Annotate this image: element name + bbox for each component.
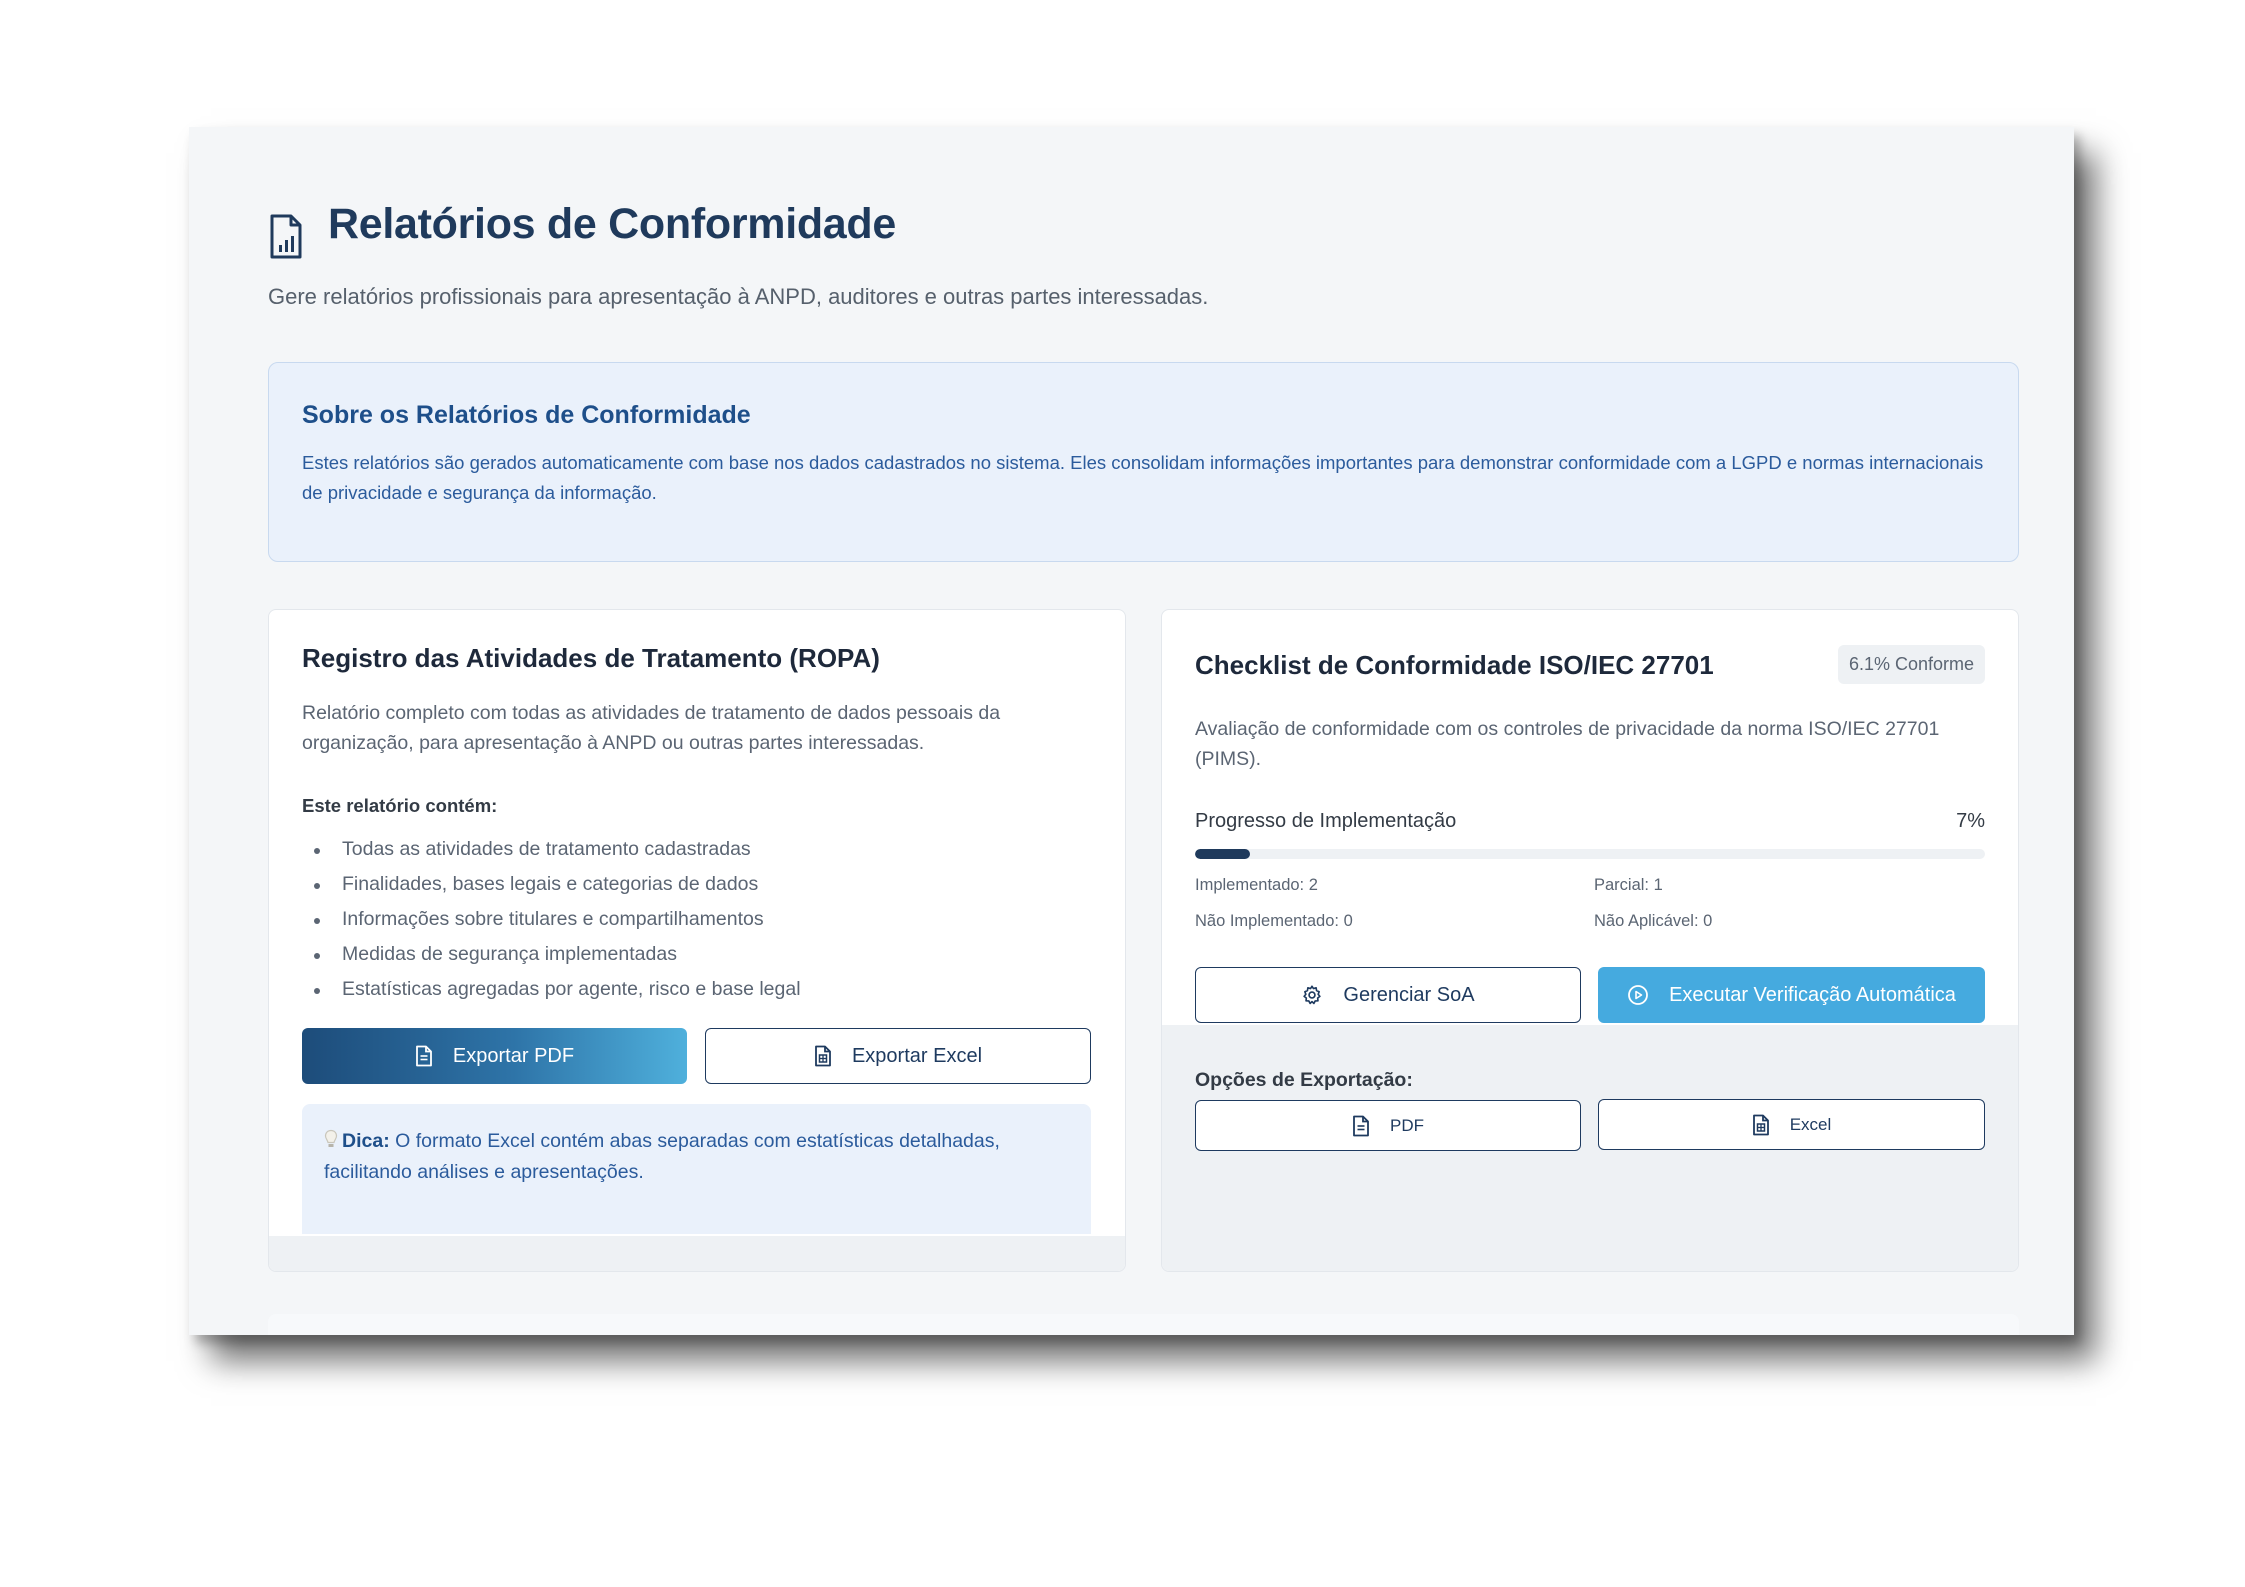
report-chart-icon bbox=[270, 214, 302, 259]
export-pdf-small-label: PDF bbox=[1390, 1115, 1424, 1135]
ropa-title: Registro das Atividades de Tratamento (R… bbox=[302, 643, 880, 673]
file-text-icon bbox=[1353, 1115, 1369, 1136]
iso-title: Checklist de Conformidade ISO/IEC 27701 bbox=[1195, 650, 1714, 680]
tip-box: Dica: O formato Excel contém abas separa… bbox=[302, 1104, 1091, 1234]
gear-icon bbox=[1303, 985, 1322, 1005]
iso-description: Avaliação de conformidade com os control… bbox=[1195, 718, 1940, 770]
export-excel-small-button[interactable]: Excel bbox=[1598, 1099, 1985, 1150]
progress-bar-fill bbox=[1195, 849, 1251, 859]
list-item: Todas as atividades de tratamento cadast… bbox=[302, 832, 801, 867]
manage-soa-label: Gerenciar SoA bbox=[1343, 983, 1475, 1006]
export-pdf-small-button[interactable]: PDF bbox=[1195, 1100, 1581, 1151]
export-excel-small-label: Excel bbox=[1789, 1114, 1832, 1134]
run-auto-check-label: Executar Verificação Automática bbox=[1669, 983, 1956, 1006]
manage-soa-button[interactable]: Gerenciar SoA bbox=[1195, 967, 1581, 1023]
file-spreadsheet-icon bbox=[815, 1045, 831, 1067]
file-spreadsheet-icon bbox=[1752, 1114, 1769, 1135]
tip-text: O formato Excel contém abas separadas co… bbox=[324, 1130, 1000, 1183]
status-badge: 6.1% Conforme bbox=[1837, 645, 1985, 684]
page-header: Relatórios de Conformidade bbox=[268, 187, 896, 261]
tip-label: Dica: bbox=[342, 1130, 390, 1152]
list-item: Estatísticas agregadas por agente, risco… bbox=[302, 972, 801, 1007]
export-excel-label: Exportar Excel bbox=[851, 1044, 983, 1067]
file-text-icon bbox=[416, 1045, 432, 1067]
info-box: Sobre os Relatórios de Conformidade Este… bbox=[268, 362, 2019, 562]
progress-bar bbox=[1195, 849, 1985, 859]
lightbulb-icon bbox=[324, 1129, 338, 1147]
export-pdf-label: Exportar PDF bbox=[452, 1044, 575, 1067]
stat-not-applicable: Não Aplicável: 0 bbox=[1594, 912, 1713, 930]
next-card-edge bbox=[268, 1314, 2019, 1335]
export-excel-button[interactable]: Exportar Excel bbox=[705, 1028, 1091, 1084]
info-title: Sobre os Relatórios de Conformidade bbox=[302, 401, 751, 429]
export-pdf-button[interactable]: Exportar PDF bbox=[302, 1028, 687, 1084]
page-title: Relatórios de Conformidade bbox=[328, 199, 896, 248]
app-window: Relatórios de Conformidade Gere relatóri… bbox=[189, 127, 2074, 1335]
progress-label: Progresso de Implementação bbox=[1195, 810, 1457, 832]
list-item: Informações sobre titulares e compartilh… bbox=[302, 902, 801, 937]
page-subtitle: Gere relatórios profissionais para apres… bbox=[268, 284, 1209, 309]
iso-card: Checklist de Conformidade ISO/IEC 27701 … bbox=[1161, 609, 2019, 1272]
stat-implemented: Implementado: 2 bbox=[1195, 876, 1318, 894]
contains-label: Este relatório contém: bbox=[302, 795, 498, 816]
ropa-card: Registro das Atividades de Tratamento (R… bbox=[268, 609, 1126, 1272]
export-options-label: Opções de Exportação: bbox=[1195, 1069, 1413, 1091]
info-text: Estes relatórios são gerados automaticam… bbox=[302, 452, 1984, 503]
list-item: Finalidades, bases legais e categorias d… bbox=[302, 867, 801, 902]
list-item: Medidas de segurança implementadas bbox=[302, 937, 801, 972]
card-footer bbox=[269, 1236, 1125, 1271]
ropa-description: Relatório completo com todas as atividad… bbox=[302, 702, 1001, 754]
play-circle-icon bbox=[1628, 985, 1648, 1005]
stat-partial: Parcial: 1 bbox=[1594, 876, 1663, 894]
run-auto-check-button[interactable]: Executar Verificação Automática bbox=[1598, 967, 1985, 1023]
stat-not-implemented: Não Implementado: 0 bbox=[1195, 912, 1353, 930]
progress-value: 7% bbox=[1956, 810, 1985, 832]
feature-list: Todas as atividades de tratamento cadast… bbox=[302, 832, 801, 1007]
